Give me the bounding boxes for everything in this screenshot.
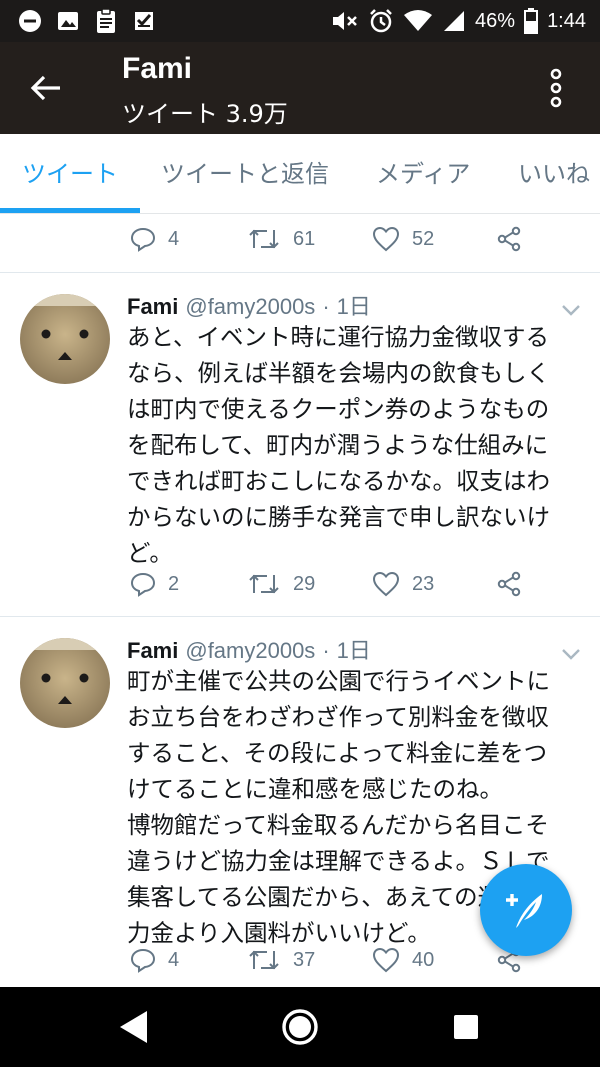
retweet-button[interactable]: 61: [247, 214, 315, 264]
tweet-text-line: を配布して、町内が潤うような仕組みに: [127, 431, 549, 459]
avatar[interactable]: [20, 294, 110, 384]
chevron-down-icon[interactable]: [560, 643, 582, 665]
circle-home-icon: [282, 1009, 318, 1045]
nav-recents-button[interactable]: [436, 999, 496, 1055]
like-count: 52: [412, 227, 435, 250]
nav-back-button[interactable]: [104, 999, 164, 1055]
clock: 1:44: [547, 9, 586, 32]
reply-icon: [130, 948, 156, 973]
retweet-button[interactable]: 37: [247, 935, 315, 985]
tab-likes[interactable]: いいね: [518, 134, 590, 213]
share-button[interactable]: [496, 214, 522, 264]
reply-count: 2: [168, 572, 180, 595]
retweet-count: 61: [293, 227, 316, 250]
battery-percent: 46%: [475, 9, 516, 32]
retweet-count: 29: [293, 572, 316, 595]
author-name[interactable]: Fami: [127, 294, 178, 319]
square-recents-icon: [454, 1015, 478, 1039]
share-button[interactable]: [496, 559, 522, 609]
reply-count: 4: [168, 948, 180, 971]
image-icon: [56, 9, 80, 33]
check-app-icon: [132, 9, 156, 33]
profile-tabs: ツイート ツイートと返信 メディア いいね: [0, 134, 600, 214]
reply-count: 4: [168, 227, 180, 250]
heart-icon: [372, 226, 400, 252]
like-button[interactable]: 23: [372, 559, 434, 609]
tweet-count: ツイート 3.9万: [122, 100, 288, 128]
reply-icon: [130, 227, 156, 252]
alarm-icon: [368, 8, 394, 34]
tweet-text-line: 博物館だって料金取るんだから名目こそ: [127, 811, 549, 839]
tab-tweets-and-replies[interactable]: ツイートと返信: [161, 134, 329, 213]
profile-name: Fami: [122, 52, 193, 85]
signal-icon: [442, 9, 466, 33]
system-nav-bar: [0, 987, 600, 1067]
retweet-icon: [249, 229, 279, 249]
status-bar: 46% 1:44: [0, 0, 600, 42]
tweet-text: あと、イベント時に運行協力金徴収する なら、例えば半額を会場内の飲食もしく は町…: [127, 319, 587, 571]
retweet-button[interactable]: 29: [247, 559, 315, 609]
heart-icon: [372, 947, 400, 973]
battery-icon: [524, 8, 539, 34]
compose-tweet-button[interactable]: [480, 864, 572, 956]
status-bar-notifications: [18, 7, 156, 35]
chevron-down-icon[interactable]: [560, 299, 582, 321]
wifi-icon: [403, 9, 433, 33]
tweet-actions: 2 29 23: [0, 559, 600, 609]
retweet-icon: [249, 574, 279, 594]
tweet-text-line: すること、その段によって料金に差をつ: [127, 739, 548, 767]
tweet-header: Fami @famy2000s · 1日: [127, 633, 371, 665]
tweet-time: 1日: [336, 294, 371, 319]
profile-header: Fami ツイート 3.9万: [0, 42, 600, 134]
mute-icon: [331, 9, 359, 33]
tweet-text-line: できれば町おこしになるかな。収支はわ: [127, 467, 550, 495]
tweet-text-line: なら、例えば半額を会場内の飲食もしく: [127, 359, 550, 387]
tweet-header: Fami @famy2000s · 1日: [127, 289, 371, 321]
tweet-text-line: は町内で使えるクーポン券のようなもの: [127, 395, 550, 423]
like-count: 23: [412, 572, 435, 595]
screen: 46% 1:44 Fami ツイート 3.9万 ツイート ツイートと返信 メディ…: [0, 0, 600, 1067]
like-count: 40: [412, 948, 435, 971]
tweet-text-line: 町が主催で公共の公園で行うイベントに: [127, 667, 550, 695]
more-vertical-icon: [550, 68, 562, 108]
reply-button[interactable]: 2: [130, 559, 179, 609]
triangle-back-icon: [120, 1011, 147, 1043]
back-button[interactable]: [22, 64, 70, 112]
author-handle[interactable]: @famy2000s: [185, 294, 315, 319]
tweet[interactable]: Fami @famy2000s · 1日 あと、イベント時に運行協力金徴収する …: [0, 273, 600, 616]
arrow-left-icon: [30, 75, 60, 101]
author-name[interactable]: Fami: [127, 638, 178, 663]
tweet-text-line: お立ち台をわざわざ作って別料金を徴収: [127, 703, 549, 731]
share-icon: [497, 571, 521, 597]
dnd-icon: [18, 9, 42, 33]
heart-icon: [372, 571, 400, 597]
feather-plus-icon: [506, 894, 542, 928]
tweet-text-line: けてることに違和感を感じたのね。: [127, 775, 503, 803]
retweet-count: 37: [293, 948, 316, 971]
danboard-avatar-icon: [20, 638, 110, 728]
tab-media[interactable]: メディア: [376, 134, 470, 213]
tweet-time: 1日: [336, 638, 371, 663]
like-button[interactable]: 52: [372, 214, 434, 264]
nav-home-button[interactable]: [270, 999, 330, 1055]
author-handle[interactable]: @famy2000s: [185, 638, 315, 663]
danboard-avatar-icon: [20, 294, 110, 384]
more-options-button[interactable]: [536, 62, 576, 114]
reply-button[interactable]: 4: [130, 935, 179, 985]
tab-tweets[interactable]: ツイート: [22, 134, 118, 213]
reply-icon: [130, 572, 156, 597]
like-button[interactable]: 40: [372, 935, 434, 985]
clipboard-icon: [94, 8, 118, 34]
separator-dot: ·: [322, 638, 330, 663]
active-tab-indicator: [0, 208, 140, 213]
retweet-icon: [249, 950, 279, 970]
avatar[interactable]: [20, 638, 110, 728]
status-bar-system: 46% 1:44: [331, 7, 586, 35]
tweet-text-line: からないのに勝手な発言で申し訳ないけ: [127, 503, 550, 531]
share-icon: [497, 226, 521, 252]
tweet-actions: 4 61 52: [0, 214, 600, 264]
reply-button[interactable]: 4: [130, 214, 179, 264]
separator-dot: ·: [322, 294, 330, 319]
tweet-text-line: あと、イベント時に運行協力金徴収する: [127, 323, 550, 351]
